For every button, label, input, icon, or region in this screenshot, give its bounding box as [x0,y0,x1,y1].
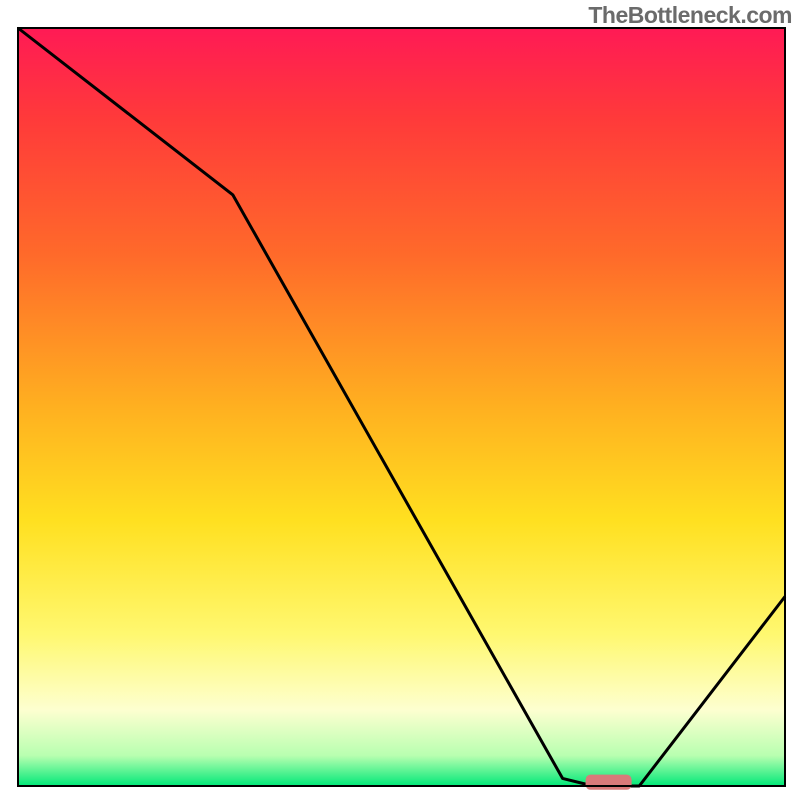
plot-background [18,28,785,786]
watermark-text: TheBottleneck.com [588,2,792,29]
chart-svg [0,0,800,800]
bottleneck-chart: TheBottleneck.com [0,0,800,800]
optimal-marker [586,775,632,790]
